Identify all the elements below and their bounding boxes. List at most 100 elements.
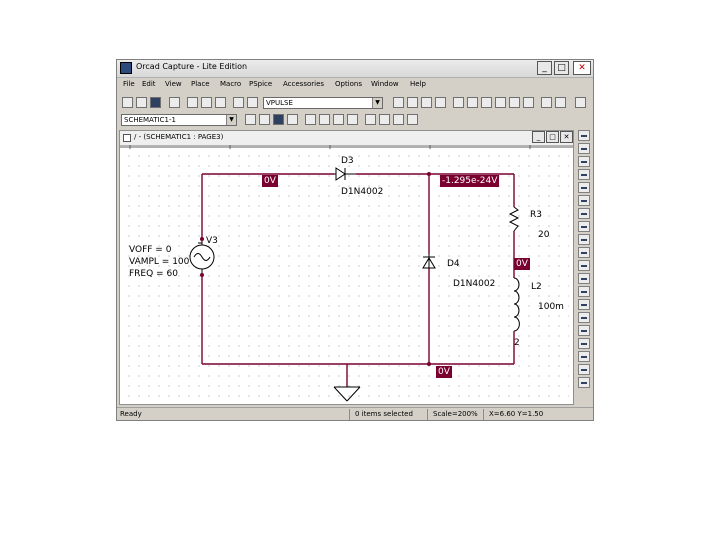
place-line-icon[interactable] <box>578 312 590 323</box>
close-button[interactable]: ✕ <box>573 61 591 75</box>
status-bar: Ready 0 items selected Scale=200% X=6.60… <box>117 407 593 421</box>
annotate-icon[interactable] <box>453 97 464 108</box>
place-power-icon[interactable] <box>578 221 590 232</box>
menu-file[interactable]: File <box>123 80 135 88</box>
zoom-all-icon[interactable] <box>435 97 446 108</box>
place-wire-icon[interactable] <box>578 156 590 167</box>
bias-current-icon[interactable] <box>319 114 330 125</box>
menu-place[interactable]: Place <box>191 80 210 88</box>
r3-value[interactable]: 20 <box>538 230 549 240</box>
paste-icon[interactable] <box>215 97 226 108</box>
menu-view[interactable]: View <box>165 80 182 88</box>
save-icon[interactable] <box>150 97 161 108</box>
voltage-marker-mid[interactable]: 0V <box>514 258 530 270</box>
select-tool-icon[interactable] <box>578 130 590 141</box>
snap-to-grid-icon[interactable] <box>541 97 552 108</box>
place-polyline-icon[interactable] <box>578 325 590 336</box>
open-file-icon[interactable] <box>136 97 147 108</box>
d3-reference[interactable]: D3 <box>341 156 354 166</box>
chevron-down-icon[interactable]: ▼ <box>372 98 382 108</box>
place-hierarchical-block-icon[interactable] <box>578 247 590 258</box>
menu-edit[interactable]: Edit <box>142 80 156 88</box>
new-simulation-icon[interactable] <box>245 114 256 125</box>
place-net-alias-icon[interactable] <box>578 169 590 180</box>
toggle-display-icon[interactable] <box>407 114 418 125</box>
help-icon[interactable] <box>575 97 586 108</box>
schematic-window[interactable]: / - (SCHEMATIC1 : PAGE3) _ □ ✕ 0V -1.295… <box>119 130 574 405</box>
bias-power-icon[interactable] <box>333 114 344 125</box>
netlist-icon[interactable] <box>495 97 506 108</box>
place-rectangle-icon[interactable] <box>578 338 590 349</box>
menu-help[interactable]: Help <box>410 80 426 88</box>
place-hierarchical-port-icon[interactable] <box>578 260 590 271</box>
bill-of-materials-icon[interactable] <box>523 97 534 108</box>
status-separator <box>483 409 484 420</box>
cut-icon[interactable] <box>187 97 198 108</box>
place-ground-icon[interactable] <box>578 234 590 245</box>
zoom-out-icon[interactable] <box>407 97 418 108</box>
voltage-marker-bottom[interactable]: 0V <box>436 366 452 378</box>
current-display-icon[interactable] <box>379 114 390 125</box>
menu-window[interactable]: Window <box>371 80 399 88</box>
v3-freq[interactable]: FREQ = 60 <box>129 269 178 279</box>
part-combo[interactable]: VPULSE ▼ <box>263 97 383 109</box>
v3-reference[interactable]: V3 <box>206 236 218 246</box>
zoom-in-icon[interactable] <box>393 97 404 108</box>
diode-d3-symbol <box>334 167 356 181</box>
status-ready: Ready <box>120 410 142 418</box>
menu-pspice[interactable]: PSpice <box>249 80 272 88</box>
redo-icon[interactable] <box>247 97 258 108</box>
schematic-combo[interactable]: SCHEMATIC1-1 ▼ <box>121 114 237 126</box>
place-arc-icon[interactable] <box>578 364 590 375</box>
inductor-l2-symbol <box>513 277 520 332</box>
power-display-icon[interactable] <box>393 114 404 125</box>
place-hierarchical-pin-icon[interactable] <box>578 273 590 284</box>
zoom-area-icon[interactable] <box>421 97 432 108</box>
status-coordinates: X=6.60 Y=1.50 <box>489 410 544 418</box>
maximize-button[interactable]: □ <box>554 61 569 75</box>
voltage-marker-icon[interactable] <box>347 114 358 125</box>
junction-dot <box>200 237 204 241</box>
r3-reference[interactable]: R3 <box>530 210 542 220</box>
new-file-icon[interactable] <box>122 97 133 108</box>
drc-icon[interactable] <box>481 97 492 108</box>
l2-reference[interactable]: L2 <box>531 282 542 292</box>
voltage-marker-left[interactable]: 0V <box>262 175 278 187</box>
view-simulation-icon[interactable] <box>287 114 298 125</box>
place-off-page-connector-icon[interactable] <box>578 286 590 297</box>
d3-part-name[interactable]: D1N4002 <box>341 187 383 197</box>
chevron-down-icon[interactable]: ▼ <box>226 115 236 125</box>
d4-part-name[interactable]: D1N4002 <box>453 279 495 289</box>
print-icon[interactable] <box>169 97 180 108</box>
place-text-icon[interactable] <box>578 377 590 388</box>
v3-vampl[interactable]: VAMPL = 100 <box>129 257 189 267</box>
voltage-display-icon[interactable] <box>365 114 376 125</box>
bias-voltage-icon[interactable] <box>305 114 316 125</box>
run-simulation-icon[interactable] <box>273 114 284 125</box>
l2-value[interactable]: 100m <box>538 302 564 312</box>
cross-reference-icon[interactable] <box>509 97 520 108</box>
menu-accessories[interactable]: Accessories <box>283 80 324 88</box>
back-annotate-icon[interactable] <box>467 97 478 108</box>
title-bar[interactable]: Orcad Capture - Lite Edition _ □ ✕ <box>117 60 593 78</box>
place-junction-icon[interactable] <box>578 195 590 206</box>
minimize-button[interactable]: _ <box>537 61 552 75</box>
d4-reference[interactable]: D4 <box>447 259 460 269</box>
menu-macro[interactable]: Macro <box>220 80 241 88</box>
copy-icon[interactable] <box>201 97 212 108</box>
app-icon <box>120 62 132 74</box>
place-ellipse-icon[interactable] <box>578 351 590 362</box>
menu-options[interactable]: Options <box>335 80 362 88</box>
project-manager-icon[interactable] <box>555 97 566 108</box>
place-bus-icon[interactable] <box>578 182 590 193</box>
place-no-connect-icon[interactable] <box>578 299 590 310</box>
undo-icon[interactable] <box>233 97 244 108</box>
status-selected: 0 items selected <box>355 410 413 418</box>
place-part-icon[interactable] <box>578 143 590 154</box>
ground-symbol <box>333 386 361 402</box>
edit-simulation-icon[interactable] <box>259 114 270 125</box>
orcad-capture-window: Orcad Capture - Lite Edition _ □ ✕ File … <box>116 59 594 421</box>
place-bus-entry-icon[interactable] <box>578 208 590 219</box>
voltage-marker-right[interactable]: -1.295e-24V <box>440 175 500 187</box>
v3-voff[interactable]: VOFF = 0 <box>129 245 171 255</box>
